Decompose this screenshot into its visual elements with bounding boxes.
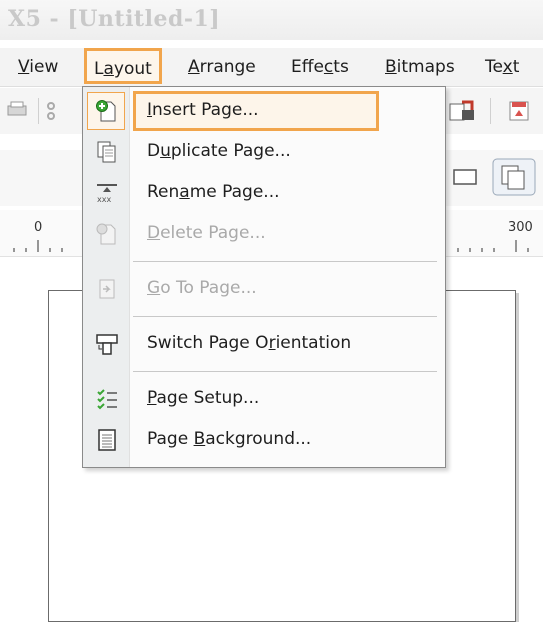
- menu-item-rename-page[interactable]: xxx Rename Page...: [83, 173, 445, 213]
- menu-item-page-setup[interactable]: Page Setup...: [83, 379, 445, 419]
- menu-item-label: Delete Page...: [147, 223, 266, 243]
- menu-item-page-background[interactable]: Page Background...: [83, 420, 445, 460]
- duplicate-page-icon: [97, 141, 116, 163]
- all-pages-icon[interactable]: [492, 158, 536, 196]
- title-bar: X5 - [Untitled-1]: [0, 0, 543, 40]
- menu-item-label: Duplicate Page...: [147, 141, 291, 161]
- toolbar-divider: [38, 98, 39, 124]
- menu-item-delete-page[interactable]: Delete Page...: [83, 214, 445, 254]
- menu-item-insert-page[interactable]: Insert Page...: [83, 91, 445, 131]
- svg-text:xxx: xxx: [97, 195, 111, 204]
- import-icon[interactable]: [448, 98, 476, 124]
- menu-separator: [133, 316, 437, 317]
- print-icon[interactable]: [6, 100, 28, 120]
- menu-item-label: Rename Page...: [147, 182, 280, 202]
- page-background-icon: [98, 429, 116, 451]
- switch-orientation-icon: [96, 334, 118, 355]
- menu-item-label: Go To Page...: [147, 278, 257, 298]
- menu-item-go-to-page[interactable]: Go To Page...: [83, 269, 445, 309]
- menu-layout[interactable]: Layout: [84, 48, 162, 84]
- ruler-label-left: 0: [34, 220, 43, 235]
- page-setup-icon: [97, 389, 117, 410]
- insert-page-icon: [96, 100, 116, 122]
- menu-arrange[interactable]: Arrange: [188, 57, 256, 77]
- layout-menu: Insert Page... Duplicate Page... xxx Ren…: [82, 86, 446, 468]
- menu-effects[interactable]: Effects: [291, 57, 349, 77]
- ruler-ticks-left: [13, 240, 63, 252]
- menu-item-label: Page Background...: [147, 429, 312, 449]
- menu-bar: View Layout Arrange Effects Bitmaps Text: [0, 48, 543, 87]
- go-to-page-icon: [99, 279, 115, 299]
- delete-page-icon: [96, 223, 116, 245]
- menu-bitmaps[interactable]: Bitmaps: [385, 57, 455, 77]
- menu-item-label: Insert Page...: [147, 100, 259, 120]
- menu-item-label: Switch Page Orientation: [147, 333, 352, 353]
- menu-text[interactable]: Text: [485, 57, 519, 77]
- cut-icon[interactable]: [44, 100, 58, 122]
- export-icon[interactable]: [508, 98, 532, 124]
- menu-view[interactable]: View: [18, 57, 58, 77]
- rename-page-icon: xxx: [97, 184, 117, 204]
- ruler-ticks-right: [457, 240, 529, 252]
- toolbar-divider: [490, 98, 491, 124]
- menu-item-duplicate-page[interactable]: Duplicate Page...: [83, 132, 445, 172]
- menu-item-switch-page-orientation[interactable]: Switch Page Orientation: [83, 324, 445, 364]
- menu-separator: [133, 261, 437, 262]
- ruler-label-right: 300: [508, 220, 533, 235]
- landscape-icon[interactable]: [452, 164, 478, 190]
- menu-item-label: Page Setup...: [147, 388, 260, 408]
- menu-separator: [133, 371, 437, 372]
- window-title: X5 - [Untitled-1]: [8, 6, 221, 32]
